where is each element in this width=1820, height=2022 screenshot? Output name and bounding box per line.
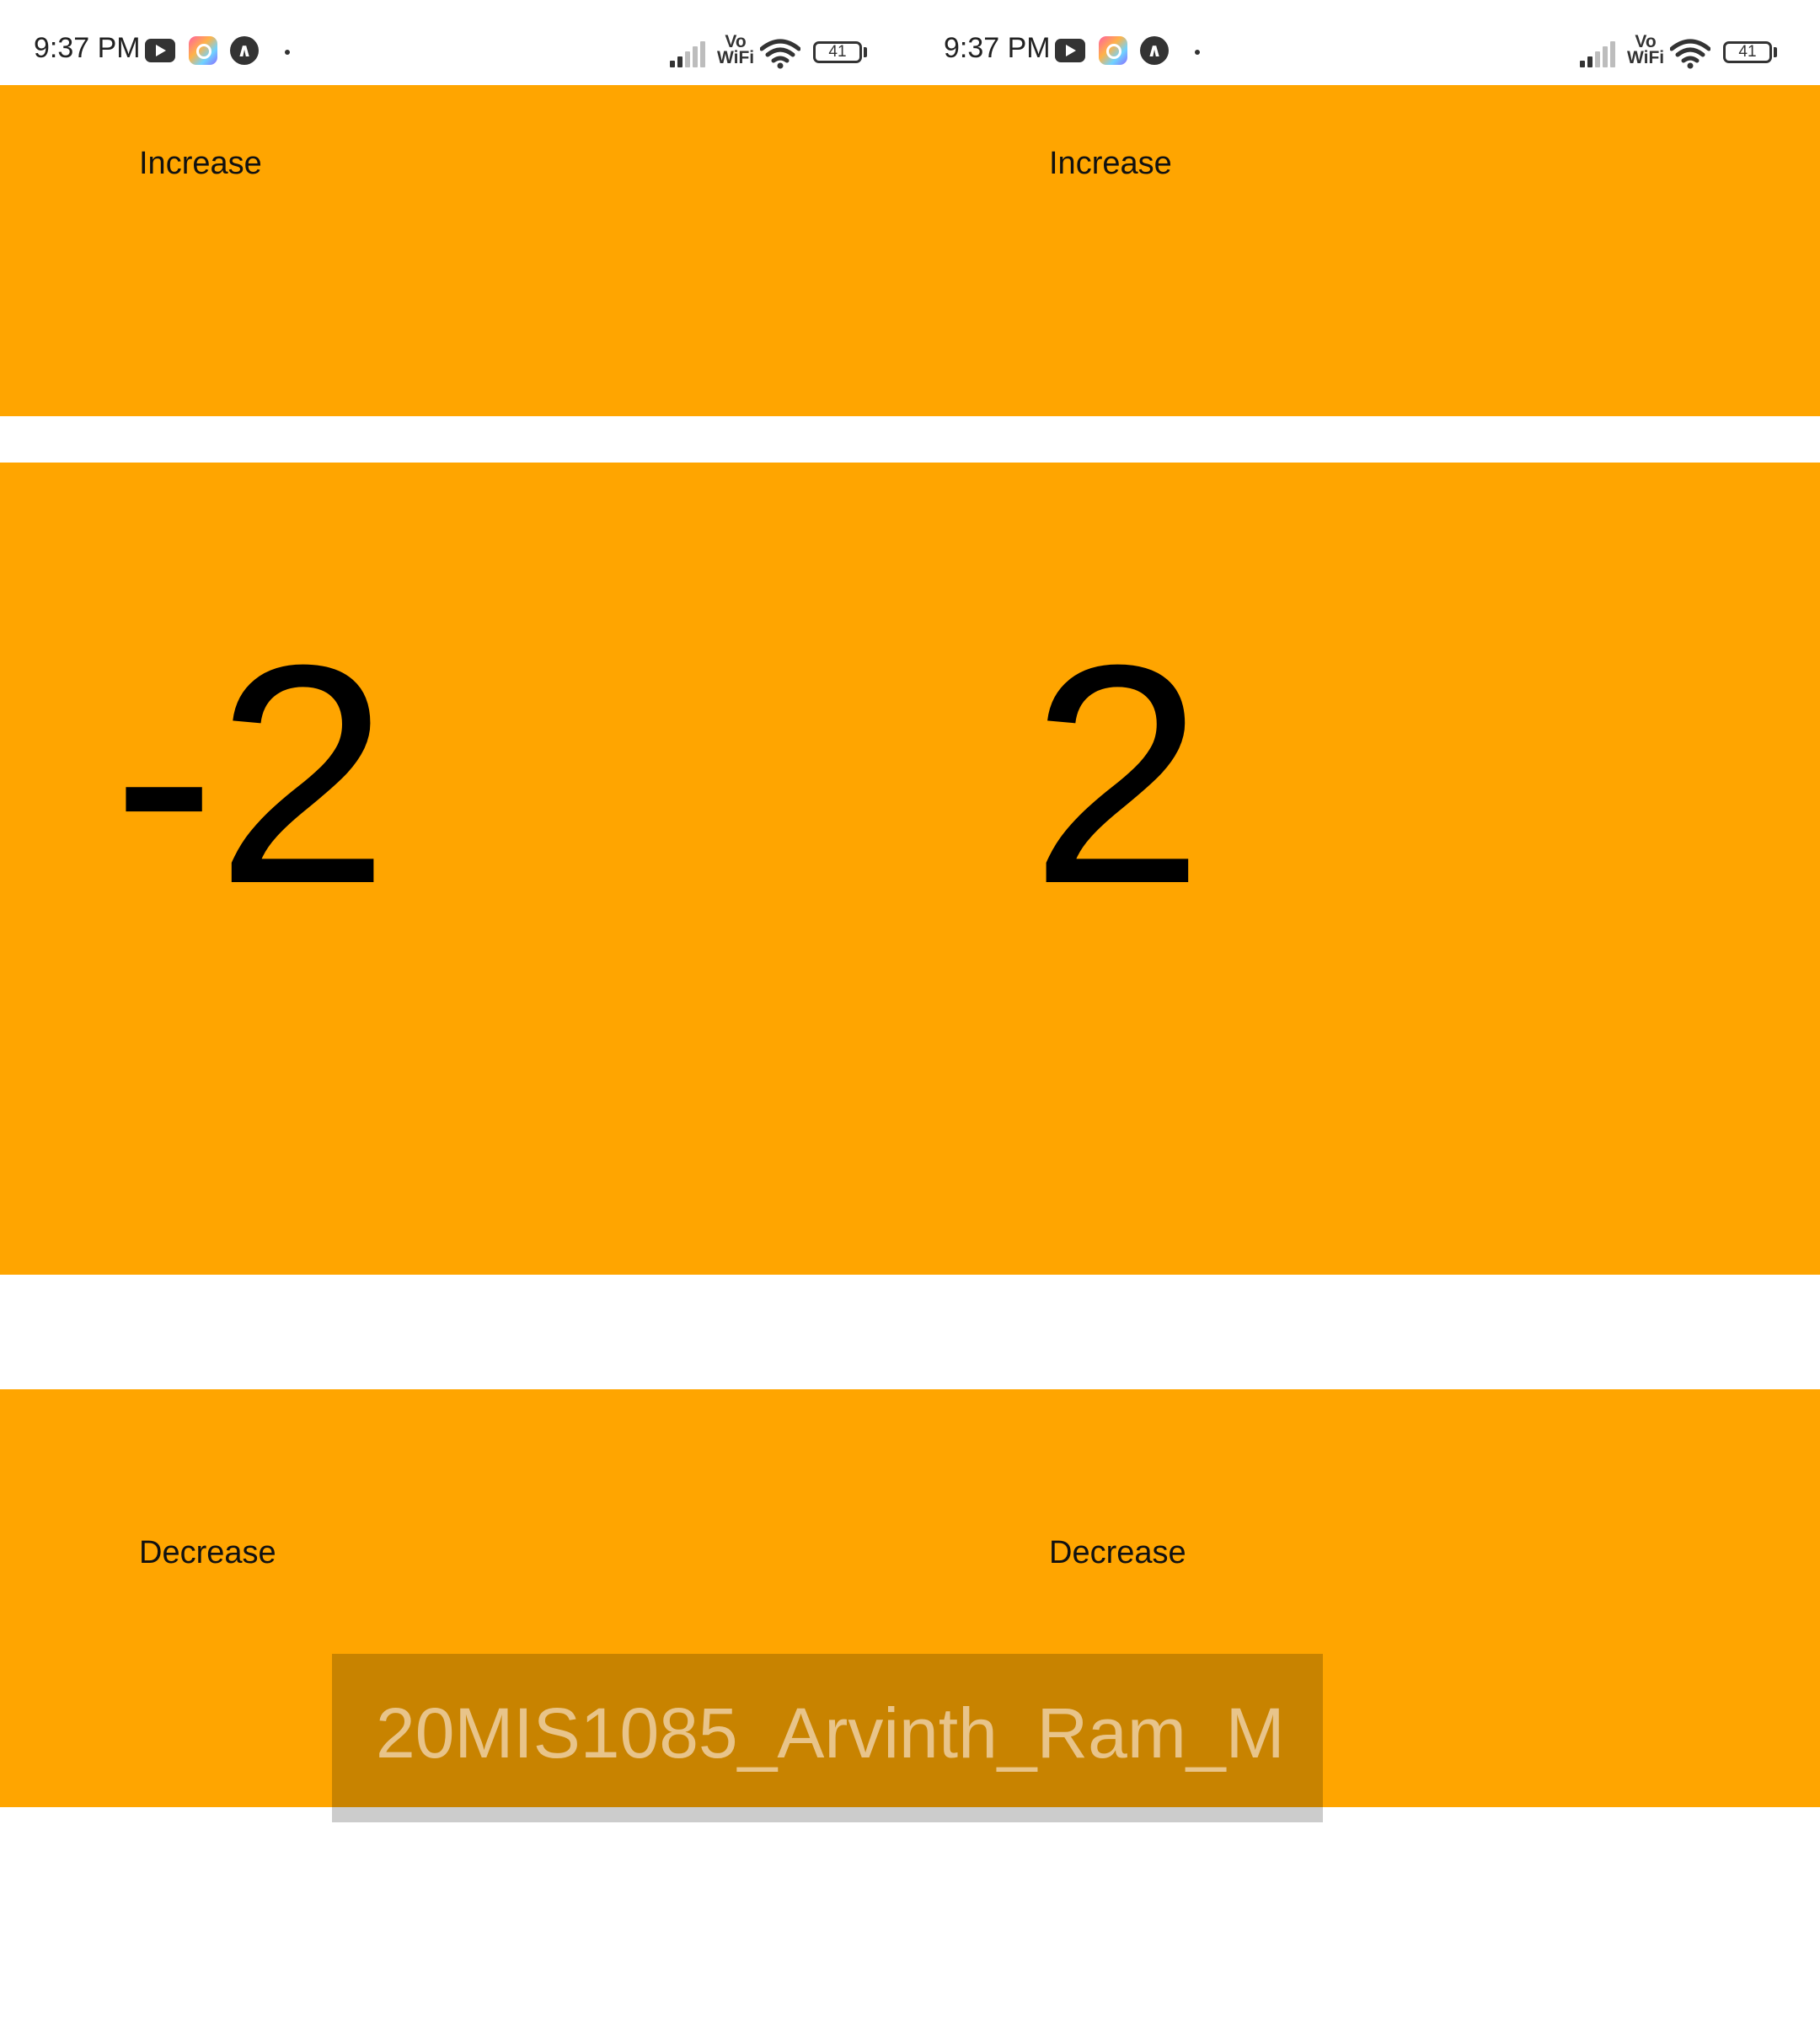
vowifi-bottom-label: WiFi <box>1627 48 1665 67</box>
signal-icon <box>1580 40 1620 67</box>
right-counter-value: 2 <box>1030 601 1204 949</box>
watermark-shadow <box>332 1807 1323 1822</box>
increase-button-row[interactable] <box>0 85 1820 416</box>
youtube-icon <box>145 39 175 62</box>
battery-tip-icon <box>1774 47 1777 57</box>
status-bar-right: 9:37 PM ∧ Vo WiFi 41 <box>910 0 1820 85</box>
left-decrease-button[interactable]: Decrease <box>139 1537 276 1569</box>
wifi-icon <box>760 39 800 69</box>
battery-icon: 41 <box>813 41 862 63</box>
status-time: 9:37 PM <box>944 32 1051 64</box>
left-increase-button[interactable]: Increase <box>139 147 262 179</box>
battery-icon: 41 <box>1723 41 1772 63</box>
right-decrease-button[interactable]: Decrease <box>1049 1537 1186 1569</box>
signal-icon <box>670 40 710 67</box>
left-counter-value: -2 <box>112 601 389 949</box>
watermark-overlay: 20MIS1085_Arvinth_Ram_M <box>332 1654 1323 1822</box>
battery-tip-icon <box>864 47 867 57</box>
a-app-icon: ∧ <box>1140 36 1169 65</box>
split-screen: 9:37 PM ∧ Vo WiFi 41 9:37 PM ∧ Vo WiFi 4… <box>0 0 1820 2022</box>
youtube-icon <box>1055 39 1085 62</box>
wifi-icon <box>1670 39 1710 69</box>
right-increase-button[interactable]: Increase <box>1049 147 1172 179</box>
status-time: 9:37 PM <box>34 32 141 64</box>
vowifi-indicator: Vo WiFi <box>1627 33 1665 67</box>
vowifi-bottom-label: WiFi <box>717 48 755 67</box>
status-bar-left: 9:37 PM ∧ Vo WiFi 41 <box>0 0 910 85</box>
status-bar: 9:37 PM ∧ Vo WiFi 41 9:37 PM ∧ Vo WiFi 4… <box>0 0 1820 85</box>
notification-dot-icon <box>1195 50 1200 55</box>
a-app-icon: ∧ <box>230 36 259 65</box>
q-app-icon <box>189 36 217 65</box>
notification-dot-icon <box>285 50 290 55</box>
vowifi-indicator: Vo WiFi <box>717 33 755 67</box>
watermark-text: 20MIS1085_Arvinth_Ram_M <box>376 1693 1285 1773</box>
q-app-icon <box>1099 36 1127 65</box>
